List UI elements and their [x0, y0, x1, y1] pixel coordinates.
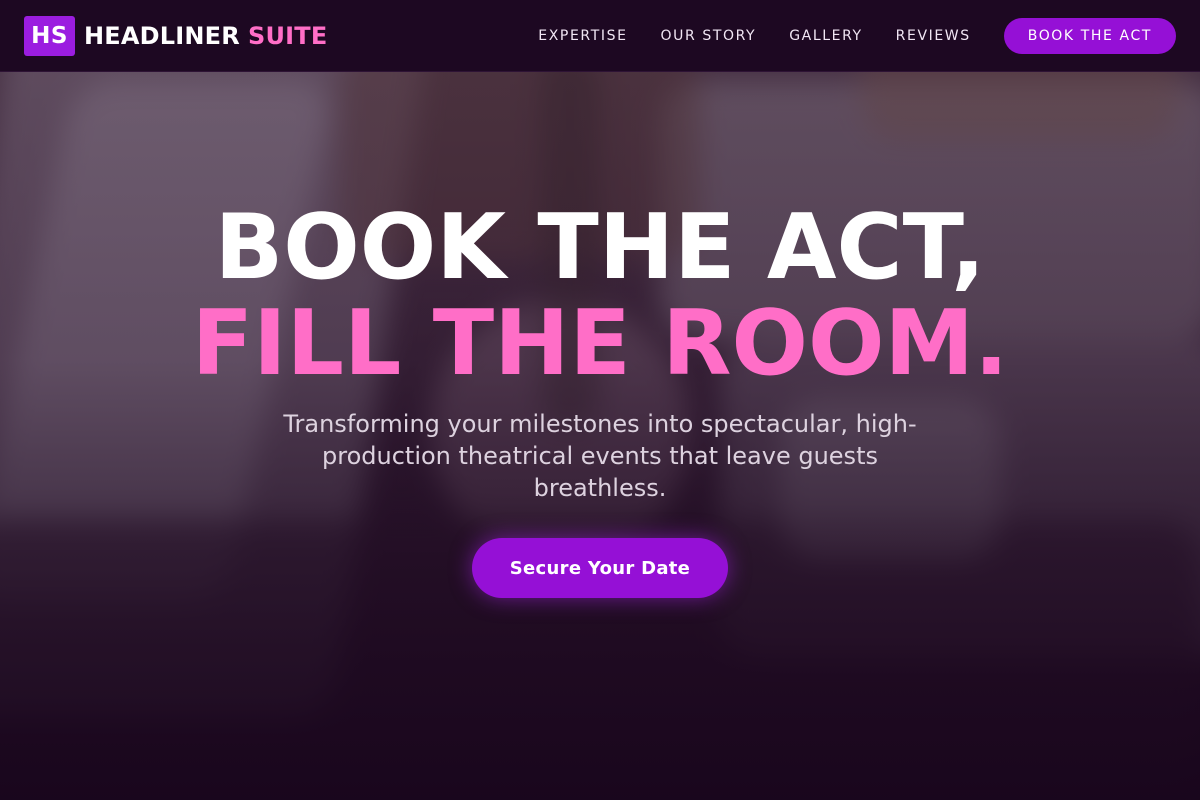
nav-link-gallery[interactable]: GALLERY [789, 28, 862, 44]
secure-your-date-button[interactable]: Secure Your Date [472, 538, 728, 598]
hero-section: BOOK THE ACT, FILL THE ROOM. Transformin… [0, 72, 1200, 800]
logo-badge: HS [24, 15, 75, 56]
top-navigation-bar: HS HEADLINER SUITE EXPERTISE OUR STORY GA… [0, 0, 1200, 72]
hero-headline-line-1: BOOK THE ACT, [214, 195, 986, 300]
nav-link-our-story[interactable]: OUR STORY [661, 28, 757, 44]
brand-name: HEADLINER SUITE [84, 22, 327, 50]
nav-links: EXPERTISE OUR STORY GALLERY REVIEWS BOOK… [538, 17, 1176, 54]
brand-name-accent: SUITE [247, 21, 328, 50]
brand-logo-link[interactable]: HS HEADLINER SUITE [24, 15, 327, 56]
hero-headline: BOOK THE ACT, FILL THE ROOM. [0, 200, 1200, 392]
brand-name-primary: HEADLINER [84, 21, 240, 50]
nav-link-reviews[interactable]: REVIEWS [896, 28, 971, 44]
landing-page: HS HEADLINER SUITE EXPERTISE OUR STORY GA… [0, 0, 1200, 800]
hero-headline-line-2: FILL THE ROOM. [191, 291, 1009, 396]
nav-link-expertise[interactable]: EXPERTISE [538, 28, 627, 44]
book-the-act-button[interactable]: BOOK THE ACT [1003, 17, 1176, 54]
hero-subtitle: Transforming your milestones into specta… [283, 410, 917, 502]
